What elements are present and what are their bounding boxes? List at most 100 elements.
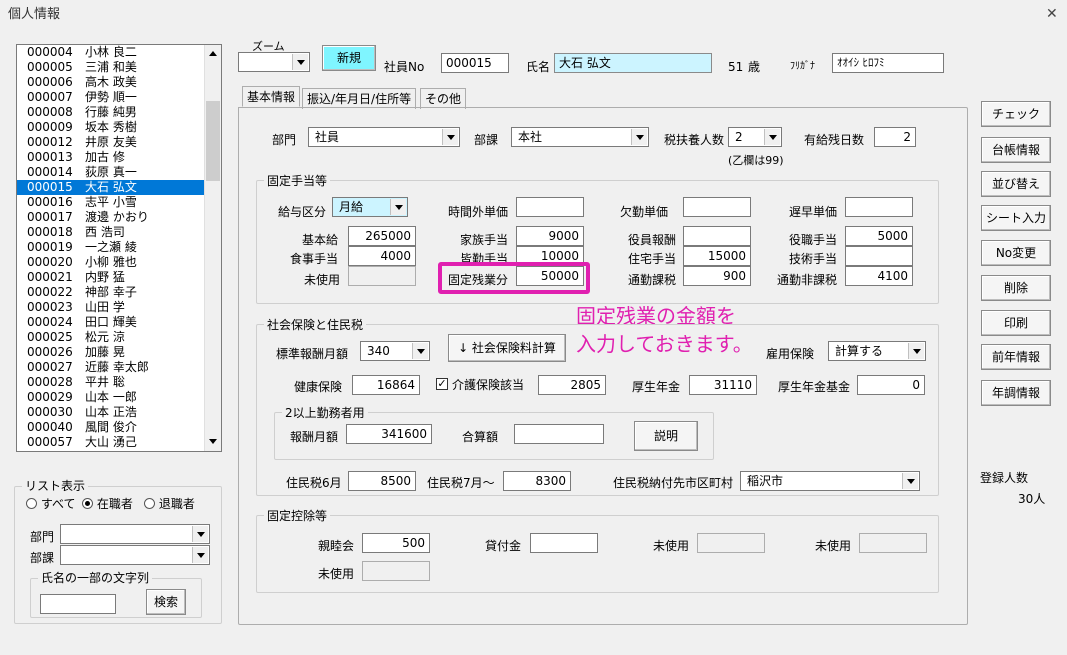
sort-button[interactable]: 並び替え: [981, 171, 1051, 197]
skill-field[interactable]: [845, 246, 913, 266]
health-field[interactable]: 16864: [352, 375, 420, 395]
remun-field[interactable]: 341600: [346, 424, 432, 444]
chevron-down-icon[interactable]: [442, 129, 458, 145]
filter-dept-select[interactable]: [60, 524, 210, 544]
social-field[interactable]: 500: [362, 533, 430, 553]
chevron-down-icon[interactable]: [902, 473, 918, 489]
list-item[interactable]: 000009 坂本 秀樹: [17, 120, 205, 135]
search-button[interactable]: 検索: [146, 589, 186, 615]
radio-retired-icon[interactable]: [144, 498, 155, 509]
chevron-down-icon[interactable]: [192, 526, 208, 542]
commute-free-field[interactable]: 4100: [845, 266, 913, 286]
chevron-down-icon[interactable]: [631, 129, 647, 145]
chevron-down-icon[interactable]: [764, 129, 780, 145]
list-item[interactable]: 000013 加古 修: [17, 150, 205, 165]
meal-field[interactable]: 4000: [348, 246, 416, 266]
print-button[interactable]: 印刷: [981, 310, 1051, 336]
overtime-rate-field[interactable]: [516, 197, 584, 217]
housing-field[interactable]: 15000: [683, 246, 751, 266]
tab-transfer[interactable]: 振込/年月日/住所等: [302, 88, 417, 109]
list-item[interactable]: 000008 行藤 純男: [17, 105, 205, 120]
dept-select[interactable]: 社員: [308, 127, 460, 147]
care-field[interactable]: 2805: [538, 375, 606, 395]
list-item[interactable]: 000020 小柳 雅也: [17, 255, 205, 270]
zoom-select[interactable]: [238, 52, 310, 72]
late-rate-field[interactable]: [845, 197, 913, 217]
filter-section-select[interactable]: [60, 545, 210, 565]
list-item[interactable]: 000015 大石 弘文: [17, 180, 205, 195]
list-item[interactable]: 000029 山本 一郎: [17, 390, 205, 405]
no-change-button[interactable]: No変更: [981, 240, 1051, 266]
check-button[interactable]: チェック: [981, 101, 1051, 127]
list-scrollbar[interactable]: [204, 45, 221, 451]
scroll-thumb[interactable]: [206, 101, 220, 181]
employment-select[interactable]: 計算する: [828, 341, 926, 361]
section-select[interactable]: 本社: [511, 127, 649, 147]
list-item[interactable]: 000006 高木 政美: [17, 75, 205, 90]
res-july-field[interactable]: 8300: [503, 471, 571, 491]
close-icon[interactable]: ✕: [1046, 7, 1058, 21]
list-item[interactable]: 000030 山本 正浩: [17, 405, 205, 420]
scroll-down-icon[interactable]: [209, 439, 217, 444]
delete-button[interactable]: 削除: [981, 275, 1051, 301]
total-field[interactable]: [514, 424, 604, 444]
res-june-field[interactable]: 8500: [348, 471, 416, 491]
employee-list[interactable]: 000004 小林 良二 000005 三浦 和美 000006 高木 政美 000007 伊…: [16, 44, 222, 452]
radio-all[interactable]: すべて: [26, 497, 76, 511]
loan-field[interactable]: [530, 533, 598, 553]
explain-button[interactable]: 説明: [634, 421, 698, 451]
emp-no-field[interactable]: 000015: [441, 53, 509, 73]
list-item[interactable]: 000012 井原 友美: [17, 135, 205, 150]
radio-retired[interactable]: 退職者: [144, 497, 195, 511]
list-item[interactable]: 000023 山田 学: [17, 300, 205, 315]
commute-tax-field[interactable]: 900: [683, 266, 751, 286]
absence-rate-field[interactable]: [683, 197, 751, 217]
list-item[interactable]: 000025 松元 涼: [17, 330, 205, 345]
calc-insurance-button[interactable]: ↓ 社会保険料計算: [448, 334, 566, 362]
std-monthly-select[interactable]: 340: [360, 341, 430, 361]
list-item[interactable]: 000057 大山 湧己: [17, 435, 205, 450]
list-item[interactable]: 000026 加藤 晃: [17, 345, 205, 360]
base-pay-field[interactable]: 265000: [348, 226, 416, 246]
list-item[interactable]: 000024 田口 輝美: [17, 315, 205, 330]
radio-all-icon[interactable]: [26, 498, 37, 509]
care-checkbox[interactable]: ✓: [436, 378, 448, 390]
list-item[interactable]: 000004 小林 良二: [17, 45, 205, 60]
radio-active[interactable]: 在職者: [82, 497, 133, 511]
list-item[interactable]: 000028 平井 聡: [17, 375, 205, 390]
new-button[interactable]: 新規: [322, 45, 376, 71]
list-item[interactable]: 000022 神部 幸子: [17, 285, 205, 300]
prev-year-button[interactable]: 前年情報: [981, 344, 1051, 370]
chevron-down-icon[interactable]: [390, 199, 406, 215]
paid-leave-field[interactable]: 2: [874, 127, 916, 147]
chevron-down-icon[interactable]: [292, 54, 308, 70]
list-item[interactable]: 000021 内野 猛: [17, 270, 205, 285]
pay-type-select[interactable]: 月給: [332, 197, 408, 217]
name-field[interactable]: 大石 弘文: [554, 53, 712, 73]
res-city-select[interactable]: 稲沢市: [740, 471, 920, 491]
chevron-down-icon[interactable]: [908, 343, 924, 359]
furigana-field[interactable]: ｵｵｲｼ ﾋﾛﾌﾐ: [832, 53, 944, 73]
list-item[interactable]: 000007 伊勢 順一: [17, 90, 205, 105]
list-item[interactable]: 000040 風間 俊介: [17, 420, 205, 435]
family-field[interactable]: 9000: [516, 226, 584, 246]
pension-fund-field[interactable]: 0: [857, 375, 925, 395]
year-adjust-button[interactable]: 年調情報: [981, 380, 1051, 406]
chevron-down-icon[interactable]: [412, 343, 428, 359]
pension-field[interactable]: 31110: [689, 375, 757, 395]
position-field[interactable]: 5000: [845, 226, 913, 246]
list-item[interactable]: 000027 近藤 幸太郎: [17, 360, 205, 375]
name-search-input[interactable]: [40, 594, 116, 614]
list-item[interactable]: 000017 渡邊 かおり: [17, 210, 205, 225]
radio-active-icon[interactable]: [82, 498, 93, 509]
chevron-down-icon[interactable]: [192, 547, 208, 563]
list-item[interactable]: 000016 志平 小雪: [17, 195, 205, 210]
ledger-button[interactable]: 台帳情報: [981, 137, 1051, 163]
sheet-input-button[interactable]: シート入力: [981, 205, 1051, 231]
tab-other[interactable]: その他: [420, 88, 467, 109]
list-item[interactable]: 000018 西 浩司: [17, 225, 205, 240]
officer-field[interactable]: [683, 226, 751, 246]
list-item[interactable]: 000014 荻原 真一: [17, 165, 205, 180]
scroll-up-icon[interactable]: [209, 51, 217, 56]
list-item[interactable]: 000019 一之瀬 綾: [17, 240, 205, 255]
